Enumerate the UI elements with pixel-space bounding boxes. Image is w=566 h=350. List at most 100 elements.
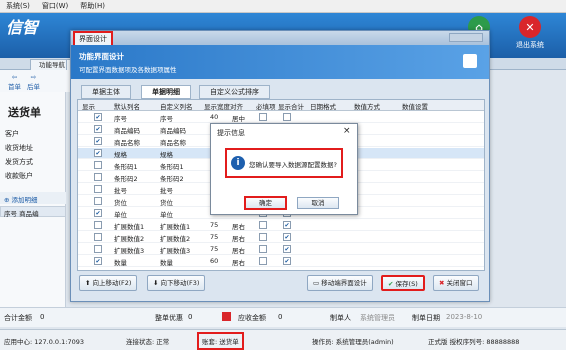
custom-name-cell[interactable]: 商品名称 — [160, 137, 186, 147]
info-icon: i — [231, 156, 245, 170]
default-name-cell: 商品名称 — [114, 139, 140, 147]
confirm-message-box: i 您确认要导入数据源配置数据? — [225, 148, 343, 178]
custom-name-cell[interactable]: 货位 — [160, 197, 173, 207]
custom-name-cell[interactable]: 序号 — [160, 113, 173, 123]
required-checkbox[interactable] — [259, 221, 267, 229]
window-controls[interactable] — [449, 33, 483, 42]
default-name-cell: 条形码2 — [114, 175, 138, 183]
custom-name-cell[interactable]: 规格 — [160, 149, 173, 159]
grid-header: 序号 商品编 — [0, 206, 66, 218]
column-header: 对齐 — [230, 103, 243, 111]
menu-help[interactable]: 帮助(H) — [80, 1, 105, 11]
menu-system[interactable]: 系统(S) — [6, 1, 30, 11]
custom-name-cell[interactable]: 单位 — [160, 209, 173, 219]
confirm-close-icon[interactable]: × — [343, 126, 351, 136]
confirm-ok-button[interactable]: 确定 — [244, 196, 287, 210]
save-button[interactable]: ✔ 保存(S) — [381, 275, 425, 291]
show-checkbox[interactable] — [94, 173, 102, 181]
tab-detail[interactable]: 单据明细 — [141, 85, 191, 99]
move-up-button[interactable]: ⬆ 向上移动(F2) — [79, 275, 138, 291]
connection-status: 连接状态: 正常 — [126, 338, 170, 346]
custom-name-cell[interactable]: 扩展数值2 — [160, 233, 190, 243]
sum-checkbox[interactable]: ✔ — [283, 257, 291, 265]
default-name-cell: 扩展数值2 — [114, 235, 145, 243]
show-checkbox[interactable]: ✔ — [94, 113, 102, 121]
license-status: 正式版 授权序列号: 88888888 — [428, 338, 520, 346]
account-status: 账套: 送货单 — [197, 332, 244, 350]
sum-checkbox[interactable]: ✔ — [283, 221, 291, 229]
show-checkbox[interactable] — [94, 245, 102, 253]
custom-name-cell[interactable]: 商品编码 — [160, 125, 186, 135]
table-header: 显示 默认列名 自定义列名 显示宽度 对齐 必填项 显示合计 日期格式 数值方式 数值设置 — [78, 100, 484, 111]
custom-name-cell[interactable]: 条形码2 — [160, 173, 184, 183]
date-label: 制单日期 — [412, 314, 440, 322]
align-cell[interactable]: 居右 — [232, 233, 245, 243]
align-cell[interactable]: 居右 — [232, 221, 245, 231]
show-checkbox[interactable] — [94, 185, 102, 193]
confirm-cancel-button[interactable]: 取消 — [297, 197, 339, 209]
confirm-message: 您确认要导入数据源配置数据? — [249, 161, 337, 169]
column-header: 自定义列名 — [160, 103, 193, 111]
table-row[interactable]: 扩展数值2 扩展数值2 75 居右 ✔ — [78, 232, 484, 243]
required-checkbox[interactable] — [259, 113, 267, 121]
show-checkbox[interactable]: ✔ — [94, 257, 102, 265]
default-name-cell: 序号 — [114, 115, 127, 123]
align-cell[interactable]: 居右 — [232, 257, 245, 267]
width-cell[interactable]: 75 — [210, 233, 218, 241]
receivable-value: 0 — [278, 313, 283, 321]
table-row[interactable]: 扩展数值3 扩展数值3 75 居右 ✔ — [78, 244, 484, 255]
required-checkbox[interactable] — [259, 257, 267, 265]
tab-formula-sort[interactable]: 自定义公式排序 — [199, 85, 270, 99]
table-row[interactable]: 扩展数值1 扩展数值1 75 居右 ✔ — [78, 220, 484, 231]
total-value: 0 — [40, 313, 45, 321]
exit-label: 退出系统 — [516, 41, 544, 49]
custom-name-cell[interactable]: 扩展数值1 — [160, 221, 190, 231]
flag-icon — [222, 312, 231, 321]
width-cell[interactable]: 60 — [210, 257, 218, 265]
discount-value[interactable]: 0 — [188, 313, 192, 321]
menu-window[interactable]: 窗口(W) — [42, 1, 68, 11]
exit-button[interactable]: ✕ 退出系统 — [506, 16, 554, 50]
show-checkbox[interactable]: ✔ — [94, 149, 102, 157]
width-cell[interactable]: 40 — [210, 113, 218, 121]
prev-record-button[interactable]: ⇨ 后单 — [27, 73, 40, 91]
required-checkbox[interactable] — [259, 233, 267, 241]
align-cell[interactable]: 居中 — [232, 113, 245, 123]
add-detail-button[interactable]: ⊕ 添加明细 — [0, 192, 66, 204]
align-cell[interactable]: 居右 — [232, 245, 245, 255]
table-row[interactable]: ✔ 数量 数量 60 居右 ✔ — [78, 256, 484, 267]
required-checkbox[interactable] — [259, 245, 267, 253]
custom-name-cell[interactable]: 扩展数值3 — [160, 245, 190, 255]
close-window-button[interactable]: ✖ 关闭窗口 — [433, 275, 479, 291]
first-record-button[interactable]: ⇦ 首单 — [8, 73, 21, 91]
custom-name-cell[interactable]: 条形码1 — [160, 161, 184, 171]
app-logo: 信智 — [6, 18, 39, 37]
mobile-design-button[interactable]: ▭ 移动端界面设计 — [307, 275, 373, 291]
show-checkbox[interactable]: ✔ — [94, 137, 102, 145]
discount-label: 整单优惠 — [155, 314, 183, 322]
show-checkbox[interactable]: ✔ — [94, 209, 102, 217]
show-checkbox[interactable] — [94, 161, 102, 169]
table-row[interactable]: ✔ 序号 序号 40 居中 — [78, 112, 484, 123]
summary-bar: 合计金额 0 整单优惠 0 应收金额 0 制单人 系统管理员 制单日期 2023… — [0, 307, 566, 327]
show-checkbox[interactable] — [94, 197, 102, 205]
move-down-button[interactable]: ⬇ 向下移动(F3) — [147, 275, 206, 291]
width-cell[interactable]: 75 — [210, 245, 218, 253]
column-header: 数值设置 — [402, 103, 428, 111]
show-checkbox[interactable] — [94, 221, 102, 229]
sum-checkbox[interactable]: ✔ — [283, 245, 291, 253]
sum-checkbox[interactable] — [283, 113, 291, 121]
confirm-title: 提示信息 — [217, 129, 245, 137]
tab-main[interactable]: 单据主体 — [81, 85, 131, 99]
column-header: 显示宽度 — [204, 103, 230, 111]
dialog-titlebar: 界面设计 — [71, 31, 489, 47]
width-cell[interactable]: 75 — [210, 221, 218, 229]
column-header: 显示 — [82, 103, 95, 111]
custom-name-cell[interactable]: 批号 — [160, 185, 173, 195]
default-name-cell: 扩展数值3 — [114, 247, 145, 255]
operator-status: 操作员: 系统管理员(admin) — [312, 338, 394, 346]
show-checkbox[interactable]: ✔ — [94, 125, 102, 133]
custom-name-cell[interactable]: 数量 — [160, 257, 173, 267]
sum-checkbox[interactable]: ✔ — [283, 233, 291, 241]
show-checkbox[interactable] — [94, 233, 102, 241]
